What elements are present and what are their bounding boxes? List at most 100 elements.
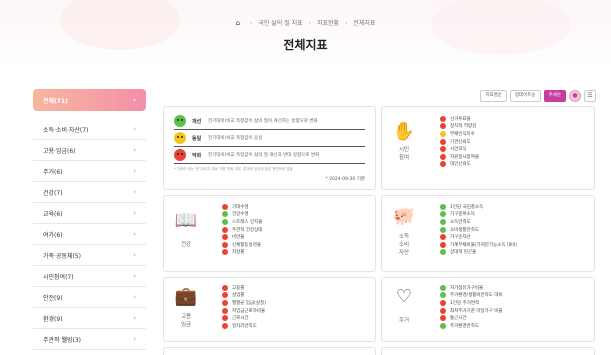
indicator-item[interactable]: 기관신뢰도 — [440, 138, 479, 146]
status-dot — [222, 307, 228, 314]
indicator-item[interactable]: 비만율 — [222, 233, 262, 241]
indicator-label: 대인신뢰도 — [450, 162, 471, 168]
sidebar-item-housing[interactable]: 주거(6) › — [33, 161, 146, 182]
sidebar-item-civic[interactable]: 시민참여(7) › — [33, 266, 146, 287]
indicator-label: 자원봉사참여율 — [450, 154, 479, 160]
indicator-item[interactable]: 기대수명 — [222, 203, 262, 211]
indicator-item[interactable]: 가계부채비율(가처분가능소득 대비) — [440, 241, 517, 249]
indicator-item[interactable]: 소득만족도 — [440, 218, 517, 226]
indicator-item[interactable]: 소비생활만족도 — [440, 226, 517, 234]
breadcrumb-item[interactable]: 국민 삶의 질 지표 — [258, 20, 302, 27]
indicator-item[interactable]: 일자리만족도 — [222, 322, 266, 330]
indicator-item[interactable]: 가구순자산 — [440, 233, 517, 241]
indicator-label: 실업률 — [232, 293, 245, 299]
sidebar-item-label: 시민참여(7) — [43, 273, 74, 281]
indicator-label: 최저주거기준 미달가구 비율 — [450, 308, 503, 314]
category-card-housing[interactable]: ♡ 주거 자가점유가구비율 주거환경/생활비만족도 대비 1인당 주거면적 최저… — [381, 277, 595, 342]
indicator-item[interactable]: 대인신뢰도 — [440, 161, 479, 169]
sidebar-item-income[interactable]: 소득·소비·자산(7) › — [33, 119, 146, 140]
sidebar-item-safety[interactable]: 안전(9) › — [33, 287, 146, 308]
status-dot — [440, 115, 446, 122]
status-dot — [222, 241, 228, 248]
category-card-next[interactable] — [381, 347, 595, 355]
status-dot — [440, 234, 446, 241]
chevron-right-icon: › — [133, 125, 136, 133]
indicator-item[interactable]: 스트레스 인지율 — [222, 218, 262, 226]
status-dot — [440, 299, 446, 306]
indicator-item[interactable]: 자살률 — [222, 249, 262, 257]
legend-row-improve: 개선 전기대비(비교 측정값이 삶의 질이 개선하는 방향으로 변화 — [174, 113, 365, 130]
hero-banner — [0, 0, 611, 70]
sort-by-name-button[interactable]: 지표명순 — [480, 90, 507, 102]
chevron-right-icon: › — [133, 188, 136, 196]
indicator-item[interactable]: 정치적 역량감 — [440, 123, 479, 131]
list-icon[interactable]: ☰ — [584, 90, 596, 102]
sidebar-item-health[interactable]: 건강(7) › — [33, 182, 146, 203]
legend-label: 개선 — [192, 118, 202, 125]
breadcrumb-item[interactable]: 지표현황 — [317, 20, 339, 27]
indicator-item[interactable]: 자가점유가구비율 — [440, 284, 503, 292]
status-dot — [440, 284, 446, 291]
sidebar-item-label: 건강(7) — [43, 189, 63, 197]
indicator-item[interactable]: 시민의식 — [440, 145, 479, 153]
indicator-item[interactable]: 신체활동실천율 — [222, 241, 262, 249]
category-card-civic[interactable]: ✋ 시민 참여 선거투표율 정치적 역량감 부패인식지수 기관신뢰도 시민의식 … — [381, 106, 595, 190]
indicator-label: 1인당 주거면적 — [450, 300, 480, 306]
chevron-right-icon: › — [133, 146, 136, 154]
indicator-item[interactable]: 가구중위소득 — [440, 211, 517, 219]
indicator-item[interactable]: 건강수명 — [222, 211, 262, 219]
indicator-item[interactable]: 1인당 국민총소득 — [440, 203, 517, 211]
indicator-item[interactable]: 1인당 주거면적 — [440, 299, 503, 307]
legend-row-worse: 악화 전기대비(비교 측정값이 삶의 질 개선과 반대 방향으로 변화 — [174, 147, 365, 164]
sort-by-trend-button[interactable]: 추세순 — [543, 90, 566, 102]
sidebar-item-label: 교육(6) — [43, 210, 63, 218]
breadcrumb-item[interactable]: 전체지표 — [353, 20, 375, 27]
indicator-label: 신체활동실천율 — [232, 242, 261, 248]
category-label-line: 임금 — [180, 322, 192, 328]
indicator-list: 자가점유가구비율 주거환경/생활비만족도 대비 1인당 주거면적 최저주거기준 … — [440, 284, 503, 330]
indicator-item[interactable]: 부패인식지수 — [440, 130, 479, 138]
sidebar-item-all[interactable]: 전체(71) › — [33, 89, 146, 111]
category-card-employment[interactable]: 💼 고용 임금 고용률 실업률 월평균 임금(실질) 저임금근로자비율 근로시간… — [163, 277, 376, 342]
indicator-item[interactable]: 자원봉사참여율 — [440, 153, 479, 161]
sidebar-item-wellbeing[interactable]: 주관적 웰빙(3) › — [33, 329, 146, 350]
status-dot — [440, 307, 446, 314]
sort-by-update-button[interactable]: 업데이트순 — [509, 90, 541, 102]
sidebar-item-education[interactable]: 교육(6) › — [33, 203, 146, 224]
category-label-line: 고용 — [180, 314, 192, 320]
status-dot — [440, 138, 446, 145]
indicator-item[interactable]: 실업률 — [222, 292, 266, 300]
home-icon[interactable]: ⌂ — [236, 19, 240, 27]
circle-icon[interactable]: ● — [569, 90, 581, 102]
category-card-health[interactable]: 📖 건강 기대수명 건강수명 스트레스 인지율 주관적 건강상태 비만율 신체활… — [163, 195, 376, 272]
indicator-item[interactable]: 주관적 건강상태 — [222, 226, 262, 234]
indicator-item[interactable]: 주거환경만족도 — [440, 322, 503, 330]
indicator-item[interactable]: 최저주거기준 미달가구 비율 — [440, 307, 503, 315]
category-label-line: 자산 — [398, 250, 410, 256]
indicator-item[interactable]: 상대적 빈곤율 — [440, 249, 517, 257]
status-dot — [222, 211, 228, 218]
book-icon: 📖 — [174, 210, 198, 231]
indicator-item[interactable]: 선거투표율 — [440, 115, 479, 123]
indicator-item[interactable]: 저임금근로자비율 — [222, 307, 266, 315]
indicator-label: 소비생활만족도 — [450, 227, 479, 233]
sidebar-item-environment[interactable]: 환경(9) › — [33, 308, 146, 329]
legend-desc: 전기대비(비교 측정값이 삶의 질 개선과 반대 방향으로 변화 — [208, 153, 320, 158]
status-dot — [222, 203, 228, 210]
indicator-item[interactable]: 월평균 임금(실질) — [222, 299, 266, 307]
indicator-label: 기관신뢰도 — [450, 139, 471, 145]
category-card-income[interactable]: 🐖 소득 소비 자산 1인당 국민총소득 가구중위소득 소득만족도 소비생활만족… — [381, 195, 595, 272]
indicator-item[interactable]: 주거환경/생활비만족도 대비 — [440, 292, 503, 300]
indicator-item[interactable]: 통근시간 — [440, 314, 503, 322]
indicator-item[interactable]: 고용률 — [222, 284, 266, 292]
indicator-item[interactable]: 근로시간 — [222, 314, 266, 322]
indicator-label: 기대수명 — [232, 204, 249, 210]
category-card-next[interactable] — [163, 347, 376, 355]
status-dot — [440, 146, 446, 153]
indicator-list: 선거투표율 정치적 역량감 부패인식지수 기관신뢰도 시민의식 자원봉사참여율 … — [440, 115, 479, 168]
sidebar-item-employment[interactable]: 고용·임금(6) › — [33, 140, 146, 161]
sidebar-item-family[interactable]: 가족·공동체(5) › — [33, 245, 146, 266]
status-dot — [222, 322, 228, 329]
sidebar-item-leisure[interactable]: 여가(6) › — [33, 224, 146, 245]
breadcrumb-separator: › — [249, 20, 253, 27]
